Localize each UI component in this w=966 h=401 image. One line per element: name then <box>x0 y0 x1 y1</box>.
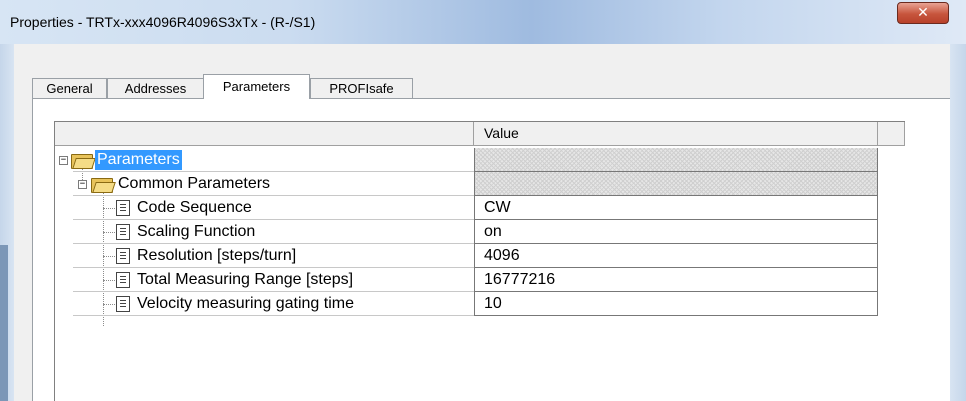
tree-label-parameters: Parameters <box>95 150 182 170</box>
tree-cell-parameters[interactable]: − Parameters <box>59 148 474 172</box>
folder-open-icon <box>91 176 116 193</box>
dialog-client-area: General Addresses Parameters PROFIsafe V… <box>14 44 950 401</box>
window-frame-right <box>950 44 966 401</box>
tree-line <box>103 280 115 281</box>
close-button[interactable]: ✕ <box>897 2 949 24</box>
parameter-item-icon <box>116 296 130 312</box>
value-cell-common-parameters <box>474 172 878 196</box>
tree-label-velocity-gating-time: Velocity measuring gating time <box>137 295 354 312</box>
tree-label-scaling-function: Scaling Function <box>137 223 256 240</box>
tree-cell-scaling-function[interactable]: Scaling Function <box>73 220 474 244</box>
tree-row-parameters[interactable]: − Parameters <box>59 148 881 172</box>
window-title-bar[interactable]: Properties - TRTx-xxx4096R4096S3xTx - (R… <box>0 0 966 44</box>
value-cell-code-sequence[interactable]: CW <box>474 196 878 220</box>
collapse-icon[interactable]: − <box>59 156 68 165</box>
tree-line <box>103 304 115 305</box>
tree-label-total-measuring-range: Total Measuring Range [steps] <box>137 271 354 288</box>
tree-row-velocity-gating-time[interactable]: Velocity measuring gating time 10 <box>73 292 881 316</box>
tree-label-code-sequence: Code Sequence <box>137 199 252 216</box>
value-cell-resolution[interactable]: 4096 <box>474 244 878 268</box>
tree-line <box>103 232 115 233</box>
tab-profisafe[interactable]: PROFIsafe <box>310 78 413 98</box>
parameter-item-icon <box>116 272 130 288</box>
window-frame-shadow <box>0 245 8 401</box>
tree-row-code-sequence[interactable]: Code Sequence CW <box>73 196 881 220</box>
column-header-filler <box>878 122 905 146</box>
folder-open-icon <box>71 152 96 169</box>
tree-cell-common-parameters[interactable]: − Common Parameters <box>73 172 474 196</box>
value-cell-velocity-gating-time[interactable]: 10 <box>474 292 878 316</box>
tree-row-common-parameters[interactable]: − Common Parameters <box>73 172 881 196</box>
tree-cell-velocity-gating-time[interactable]: Velocity measuring gating time <box>73 292 474 316</box>
window-title: Properties - TRTx-xxx4096R4096S3xTx - (R… <box>10 14 316 30</box>
tree-line <box>103 208 115 209</box>
tree-line <box>103 256 115 257</box>
tree-row-total-measuring-range[interactable]: Total Measuring Range [steps] 16777216 <box>73 268 881 292</box>
column-header-name[interactable] <box>55 122 474 146</box>
tree-label-common-parameters: Common Parameters <box>118 175 271 192</box>
tree-row-scaling-function[interactable]: Scaling Function on <box>73 220 881 244</box>
close-icon: ✕ <box>917 5 929 21</box>
parameter-item-icon <box>116 224 130 240</box>
value-cell-scaling-function[interactable]: on <box>474 220 878 244</box>
collapse-icon[interactable]: − <box>78 180 87 189</box>
tree-cell-code-sequence[interactable]: Code Sequence <box>73 196 474 220</box>
parameter-item-icon <box>116 248 130 264</box>
tab-parameters[interactable]: Parameters <box>203 74 310 99</box>
tree-cell-total-measuring-range[interactable]: Total Measuring Range [steps] <box>73 268 474 292</box>
value-cell-parameters <box>474 148 878 172</box>
value-cell-total-measuring-range[interactable]: 16777216 <box>474 268 878 292</box>
tab-addresses[interactable]: Addresses <box>107 78 204 98</box>
parameter-grid[interactable]: Value − Parameters − Common Parameters C… <box>54 121 905 401</box>
tree-row-resolution[interactable]: Resolution [steps/turn] 4096 <box>73 244 881 268</box>
column-header-value[interactable]: Value <box>474 122 878 146</box>
parameter-item-icon <box>116 200 130 216</box>
tab-general[interactable]: General <box>32 78 107 98</box>
tree-label-resolution: Resolution [steps/turn] <box>137 247 297 264</box>
tree-cell-resolution[interactable]: Resolution [steps/turn] <box>73 244 474 268</box>
